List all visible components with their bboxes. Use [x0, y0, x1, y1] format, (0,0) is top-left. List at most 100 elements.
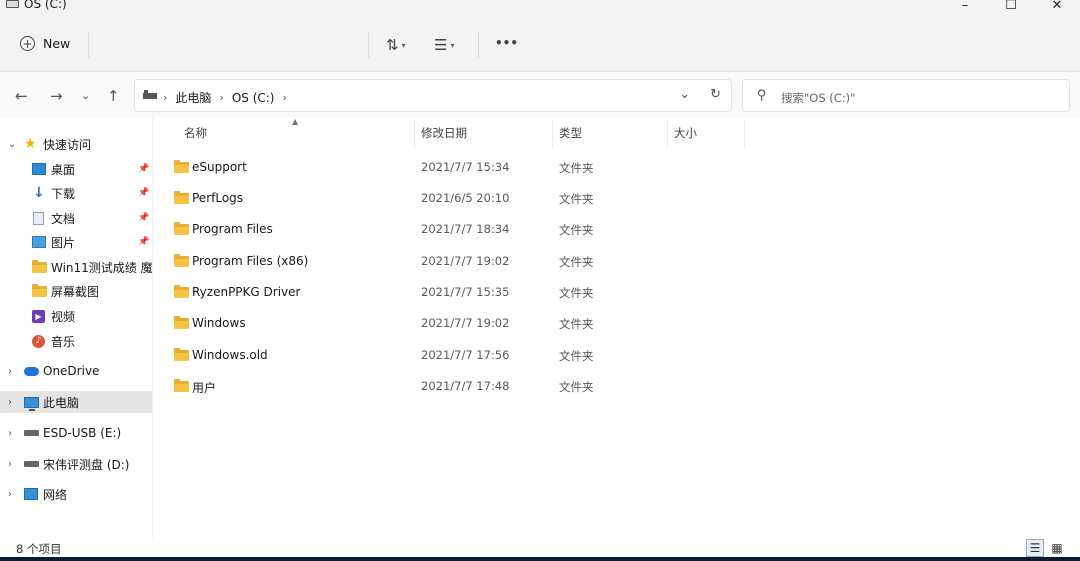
file-type: 文件夹 [559, 255, 594, 269]
sidebar-item-music[interactable]: ♪ 音乐 [0, 330, 152, 352]
music-icon: ♪ [32, 334, 45, 348]
sidebar-item-win11-folder[interactable]: Win11测试成绩 魔鑫 [0, 256, 152, 278]
file-date: 2021/7/7 19:02 [421, 316, 510, 330]
details-view-icon[interactable]: ☰ [1026, 539, 1044, 557]
taskbar-edge [0, 557, 1080, 561]
table-row[interactable]: Program Files (x86) 2021/7/7 19:02 文件夹 [154, 245, 1080, 276]
plus-icon: + [20, 36, 35, 51]
chevron-right-icon: › [282, 91, 287, 104]
column-divider[interactable] [552, 120, 553, 148]
address-history-dropdown[interactable]: ⌄ [679, 87, 690, 102]
sidebar-item-label: 桌面 [51, 162, 76, 177]
sidebar-item-onedrive[interactable]: › OneDrive [0, 360, 152, 382]
file-name: Program Files (x86) [192, 254, 309, 268]
more-options-button[interactable]: ••• [495, 36, 518, 50]
pc-icon [143, 90, 157, 99]
column-divider[interactable] [667, 120, 668, 148]
search-box[interactable]: ⚲ 搜索"OS (C:)" [742, 79, 1070, 112]
breadcrumb-this-pc[interactable]: 此电脑 [175, 89, 211, 106]
close-button[interactable]: ✕ [1034, 0, 1080, 14]
forward-button[interactable]: → [50, 87, 63, 105]
column-header-date[interactable]: 修改日期 [421, 118, 467, 148]
sidebar-item-documents[interactable]: 文档 📌 [0, 207, 152, 229]
table-row[interactable]: PerfLogs 2021/6/5 20:10 文件夹 [154, 182, 1080, 213]
address-bar[interactable]: › 此电脑 › OS (C:) › ⌄ ↻ [134, 79, 732, 112]
up-button[interactable]: ↑ [107, 87, 120, 105]
sidebar-item-label: 音乐 [51, 334, 76, 349]
toolbar-divider [368, 32, 369, 58]
back-button[interactable]: ← [15, 87, 28, 105]
table-row[interactable]: RyzenPPKG Driver 2021/7/7 15:35 文件夹 [154, 276, 1080, 307]
sidebar-item-esd-usb[interactable]: › ESD-USB (E:) [0, 422, 152, 444]
documents-icon [33, 211, 44, 225]
file-date: 2021/7/7 17:48 [421, 379, 510, 393]
breadcrumb-drive-c[interactable]: OS (C:) [232, 91, 275, 105]
file-name: Windows.old [192, 348, 268, 362]
toolbar-divider [88, 32, 89, 58]
window-controls: – ☐ ✕ [942, 0, 1080, 14]
chevron-down-icon: ▾ [401, 40, 406, 50]
table-row[interactable]: Windows 2021/7/7 19:02 文件夹 [154, 307, 1080, 338]
command-bar: + New ⇅ ▾ ☰ ▾ ••• [0, 14, 1080, 72]
sidebar-item-quick-access[interactable]: ⌄ ★ 快速访问 [0, 133, 152, 155]
minimize-button[interactable]: – [942, 0, 988, 14]
sidebar-item-videos[interactable]: ▶ 视频 [0, 305, 152, 327]
pin-icon: 📌 [138, 188, 150, 198]
file-date: 2021/7/7 18:34 [421, 222, 510, 236]
pin-icon: 📌 [138, 237, 150, 247]
column-divider[interactable] [744, 120, 745, 148]
sidebar-item-this-pc[interactable]: › 此电脑 [0, 391, 152, 413]
table-row[interactable]: 用户 2021/7/7 17:48 文件夹 [154, 370, 1080, 401]
file-type: 文件夹 [559, 223, 594, 237]
sidebar-item-label: 网络 [43, 487, 68, 502]
search-input[interactable]: 搜索"OS (C:)" [781, 90, 855, 106]
column-divider[interactable] [414, 120, 415, 148]
file-date: 2021/7/7 17:56 [421, 348, 510, 362]
sidebar-item-label: ESD-USB (E:) [43, 426, 122, 440]
table-row[interactable]: eSupport 2021/7/7 15:34 文件夹 [154, 151, 1080, 182]
tiles-view-icon[interactable]: ▦ [1048, 539, 1066, 557]
sort-icon: ⇅ [386, 36, 399, 54]
file-date: 2021/7/7 15:34 [421, 160, 510, 174]
refresh-button[interactable]: ↻ [710, 87, 721, 102]
drive-icon [24, 430, 39, 436]
new-button[interactable]: + New [20, 36, 70, 51]
sort-ascending-icon: ▲ [292, 117, 299, 126]
sort-button[interactable]: ⇅ ▾ [386, 36, 406, 54]
pictures-icon [32, 236, 46, 248]
file-type: 文件夹 [559, 380, 594, 394]
view-button[interactable]: ☰ ▾ [434, 36, 454, 54]
sidebar-item-screenshots[interactable]: 屏幕截图 [0, 280, 152, 302]
file-date: 2021/7/7 15:35 [421, 285, 510, 299]
file-date: 2021/6/5 20:10 [421, 191, 510, 205]
chevron-down-icon: ▾ [450, 40, 455, 50]
table-row[interactable]: Program Files 2021/7/7 18:34 文件夹 [154, 213, 1080, 244]
navigation-bar: ← → ⌄ ↑ › 此电脑 › OS (C:) › ⌄ ↻ ⚲ 搜索"OS (C… [0, 72, 1080, 118]
chevron-right-icon: › [8, 365, 12, 377]
sidebar-item-label: 此电脑 [43, 395, 80, 410]
file-name: RyzenPPKG Driver [192, 285, 301, 299]
video-icon: ▶ [32, 309, 45, 323]
sidebar-item-downloads[interactable]: ↓ 下载 📌 [0, 182, 152, 204]
table-row[interactable]: Windows.old 2021/7/7 17:56 文件夹 [154, 339, 1080, 370]
column-header-name[interactable]: 名称 [184, 118, 207, 148]
chevron-right-icon: › [8, 488, 12, 500]
recent-locations-button[interactable]: ⌄ [81, 89, 90, 102]
view-toggle: ☰ ▦ [1026, 539, 1066, 557]
sidebar-item-network[interactable]: › 网络 [0, 483, 152, 505]
folder-icon [174, 160, 189, 173]
maximize-button[interactable]: ☐ [988, 0, 1034, 14]
folder-icon [174, 348, 189, 361]
pin-icon: 📌 [138, 213, 150, 223]
folder-icon [174, 222, 189, 235]
file-type: 文件夹 [559, 192, 594, 206]
chevron-right-icon: › [219, 91, 224, 104]
folder-icon [32, 283, 47, 297]
sidebar-item-pictures[interactable]: 图片 📌 [0, 231, 152, 253]
breadcrumb: › 此电脑 › OS (C:) › [163, 89, 287, 106]
column-header-size[interactable]: 大小 [674, 118, 697, 148]
sidebar-item-drive-d[interactable]: › 宋伟评测盘 (D:) [0, 453, 152, 475]
pc-icon [24, 396, 39, 411]
column-header-type[interactable]: 类型 [559, 118, 582, 148]
sidebar-item-desktop[interactable]: 桌面 📌 [0, 158, 152, 180]
